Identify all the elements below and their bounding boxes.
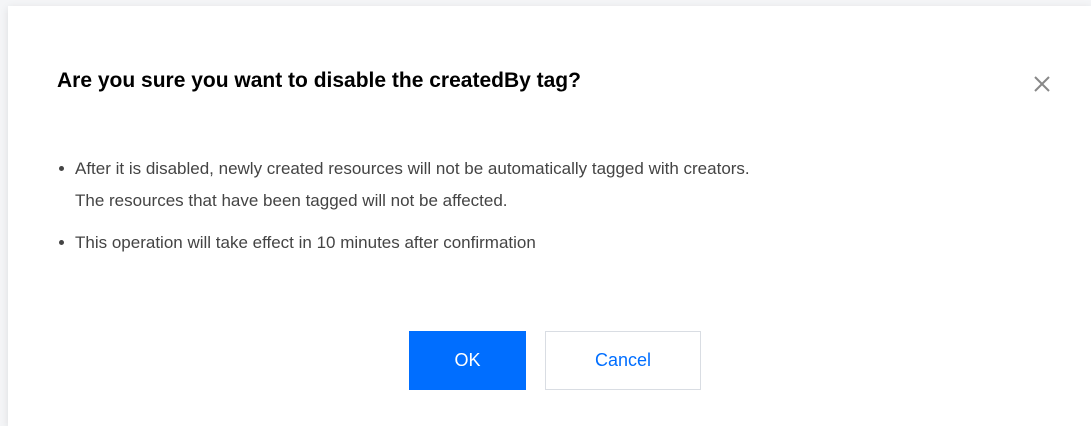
bullet-text-line: This operation will take effect in 10 mi… — [75, 233, 536, 252]
bullet-text-line: The resources that have been tagged will… — [75, 191, 508, 210]
bullet-item: This operation will take effect in 10 mi… — [57, 227, 1057, 259]
close-icon[interactable] — [1030, 72, 1054, 96]
ok-button[interactable]: OK — [409, 331, 526, 390]
dialog-title: Are you sure you want to disable the cre… — [57, 69, 581, 92]
bullet-text-line: After it is disabled, newly created reso… — [75, 159, 750, 178]
confirm-dialog: Are you sure you want to disable the cre… — [8, 6, 1091, 426]
cancel-button[interactable]: Cancel — [545, 331, 701, 390]
bullet-item: After it is disabled, newly created reso… — [57, 153, 1057, 217]
bullet-dot-icon — [59, 240, 64, 245]
dialog-content: After it is disabled, newly created reso… — [57, 153, 1057, 269]
bullet-dot-icon — [59, 166, 64, 171]
